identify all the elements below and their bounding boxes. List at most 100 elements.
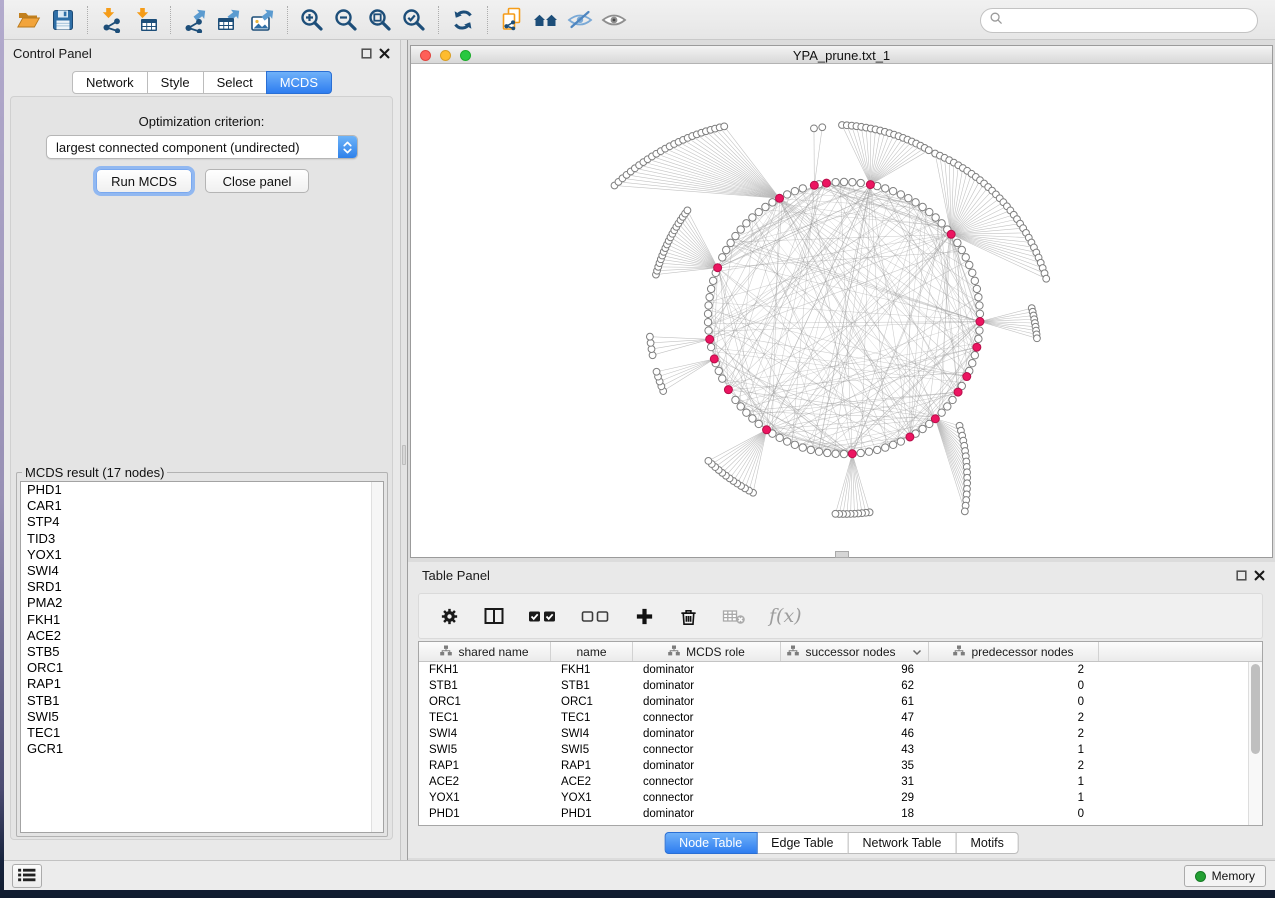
column-header-name[interactable]: name [551,642,633,661]
import-network-icon[interactable] [95,4,129,36]
network-canvas[interactable] [411,64,1272,557]
table-row[interactable]: FKH1FKH1dominator962 [419,662,1248,678]
open-file-icon[interactable] [12,4,46,36]
tab-network-table[interactable]: Network Table [848,832,957,854]
table-row[interactable]: PHD1PHD1dominator180 [419,806,1248,822]
float-table-panel-icon[interactable] [1235,569,1248,582]
mcds-result-item[interactable]: TID3 [21,531,383,547]
column-header-predecessor-nodes[interactable]: predecessor nodes [929,642,1099,661]
zoom-fit-icon[interactable] [363,4,397,36]
mcds-result-item[interactable]: SWI4 [21,563,383,579]
table-cell-mcds-role: dominator [633,728,781,740]
column-header-mcds-role[interactable]: MCDS role [633,642,781,661]
delete-icon[interactable] [678,606,699,627]
network-graph[interactable] [411,64,1272,557]
mcds-result-item[interactable]: STP4 [21,514,383,530]
table-row[interactable]: ACE2ACE2connector311 [419,774,1248,790]
task-history-button[interactable] [12,864,42,888]
select-all-checkboxes-icon[interactable] [528,605,558,627]
search-box[interactable] [980,8,1258,33]
table-row[interactable]: TEC1TEC1connector472 [419,710,1248,726]
close-panel-icon[interactable] [378,47,391,60]
new-network-from-selection-icon[interactable] [495,4,529,36]
table-cell-successor-nodes: 18 [781,808,929,820]
tab-edge-table[interactable]: Edge Table [756,832,848,854]
table-cell-successor-nodes: 62 [781,680,929,692]
control-panel-titlebar: Control Panel [4,40,400,66]
mcds-result-item[interactable]: SRD1 [21,579,383,595]
table-row[interactable]: YOX1YOX1connector291 [419,790,1248,806]
table-cell-mcds-role: dominator [633,808,781,820]
export-image-icon[interactable] [246,4,280,36]
tree-icon [440,645,452,659]
dropdown-stepper-icon [338,136,357,158]
table-cell-mcds-role: dominator [633,664,781,676]
export-network-icon[interactable] [178,4,212,36]
table-cell-mcds-role: dominator [633,696,781,708]
gear-icon[interactable] [439,606,460,627]
tab-style[interactable]: Style [147,71,204,94]
table-cell-shared-name: PHD1 [419,808,551,820]
column-header-successor-nodes[interactable]: successor nodes [781,642,929,661]
splitter-grip[interactable] [402,445,406,465]
mcds-result-item[interactable]: PHD1 [21,482,383,498]
panel-splitter[interactable] [400,40,408,860]
mcds-result-item[interactable]: TEC1 [21,725,383,741]
zoom-out-icon[interactable] [329,4,363,36]
add-icon[interactable] [634,606,655,627]
mcds-result-item[interactable]: YOX1 [21,547,383,563]
right-pane: YPA_prune.txt_1 Table Panel [408,40,1275,860]
optimization-criterion-select[interactable]: largest connected component (undirected) [46,135,358,159]
close-panel-button[interactable]: Close panel [205,169,309,193]
import-table-icon[interactable] [129,4,163,36]
mcds-result-item[interactable]: PMA2 [21,595,383,611]
table-cell-shared-name: TEC1 [419,712,551,724]
tab-select[interactable]: Select [203,71,267,94]
network-frame-resize-grip[interactable] [835,551,849,558]
mcds-result-item[interactable]: SWI5 [21,709,383,725]
tab-motifs[interactable]: Motifs [955,832,1018,854]
tab-node-table[interactable]: Node Table [664,832,757,854]
table-row[interactable]: STB1STB1dominator620 [419,678,1248,694]
table-cell-name: ACE2 [551,776,633,788]
table-row[interactable]: RAP1RAP1dominator352 [419,758,1248,774]
hide-selection-icon[interactable] [563,4,597,36]
mcds-result-item[interactable]: STB5 [21,644,383,660]
mcds-result-item[interactable]: ORC1 [21,660,383,676]
mcds-result-item[interactable]: RAP1 [21,676,383,692]
tab-mcds[interactable]: MCDS [266,71,332,94]
show-all-icon[interactable] [597,4,631,36]
first-neighbors-icon[interactable] [529,4,563,36]
table-row[interactable]: SWI5SWI5connector431 [419,742,1248,758]
mcds-result-item[interactable]: STB1 [21,693,383,709]
table-row[interactable]: ORC1ORC1dominator610 [419,694,1248,710]
mcds-result-item[interactable]: ACE2 [21,628,383,644]
mcds-result-item[interactable]: CAR1 [21,498,383,514]
column-header-shared-name[interactable]: shared name [419,642,551,661]
network-window-titlebar[interactable]: YPA_prune.txt_1 [411,46,1272,64]
result-list-scrollbar[interactable] [371,482,383,832]
mcds-result-item[interactable]: FKH1 [21,612,383,628]
memory-button[interactable]: Memory [1184,865,1266,887]
unselect-all-checkboxes-icon[interactable] [581,605,611,627]
tree-icon [787,645,799,659]
search-input[interactable] [1004,13,1257,28]
zoom-in-icon[interactable] [295,4,329,36]
mcds-panel: Optimization criterion: largest connecte… [10,96,393,840]
table-cell-name: ORC1 [551,696,633,708]
refresh-icon[interactable] [446,4,480,36]
close-table-panel-icon[interactable] [1253,569,1266,582]
table-row[interactable]: SWI4SWI4dominator462 [419,726,1248,742]
toolbar-separator [438,6,439,34]
tab-network[interactable]: Network [72,71,148,94]
columns-icon[interactable] [483,605,505,627]
float-panel-icon[interactable] [360,47,373,60]
mcds-result-item[interactable]: GCR1 [21,741,383,757]
table-scrollbar[interactable] [1248,662,1262,825]
export-table-icon[interactable] [212,4,246,36]
table-cell-predecessor-nodes: 2 [929,712,1099,724]
zoom-selected-icon[interactable] [397,4,431,36]
run-mcds-button[interactable]: Run MCDS [96,169,192,193]
save-session-icon[interactable] [46,4,80,36]
table-scrollbar-thumb[interactable] [1251,664,1260,754]
